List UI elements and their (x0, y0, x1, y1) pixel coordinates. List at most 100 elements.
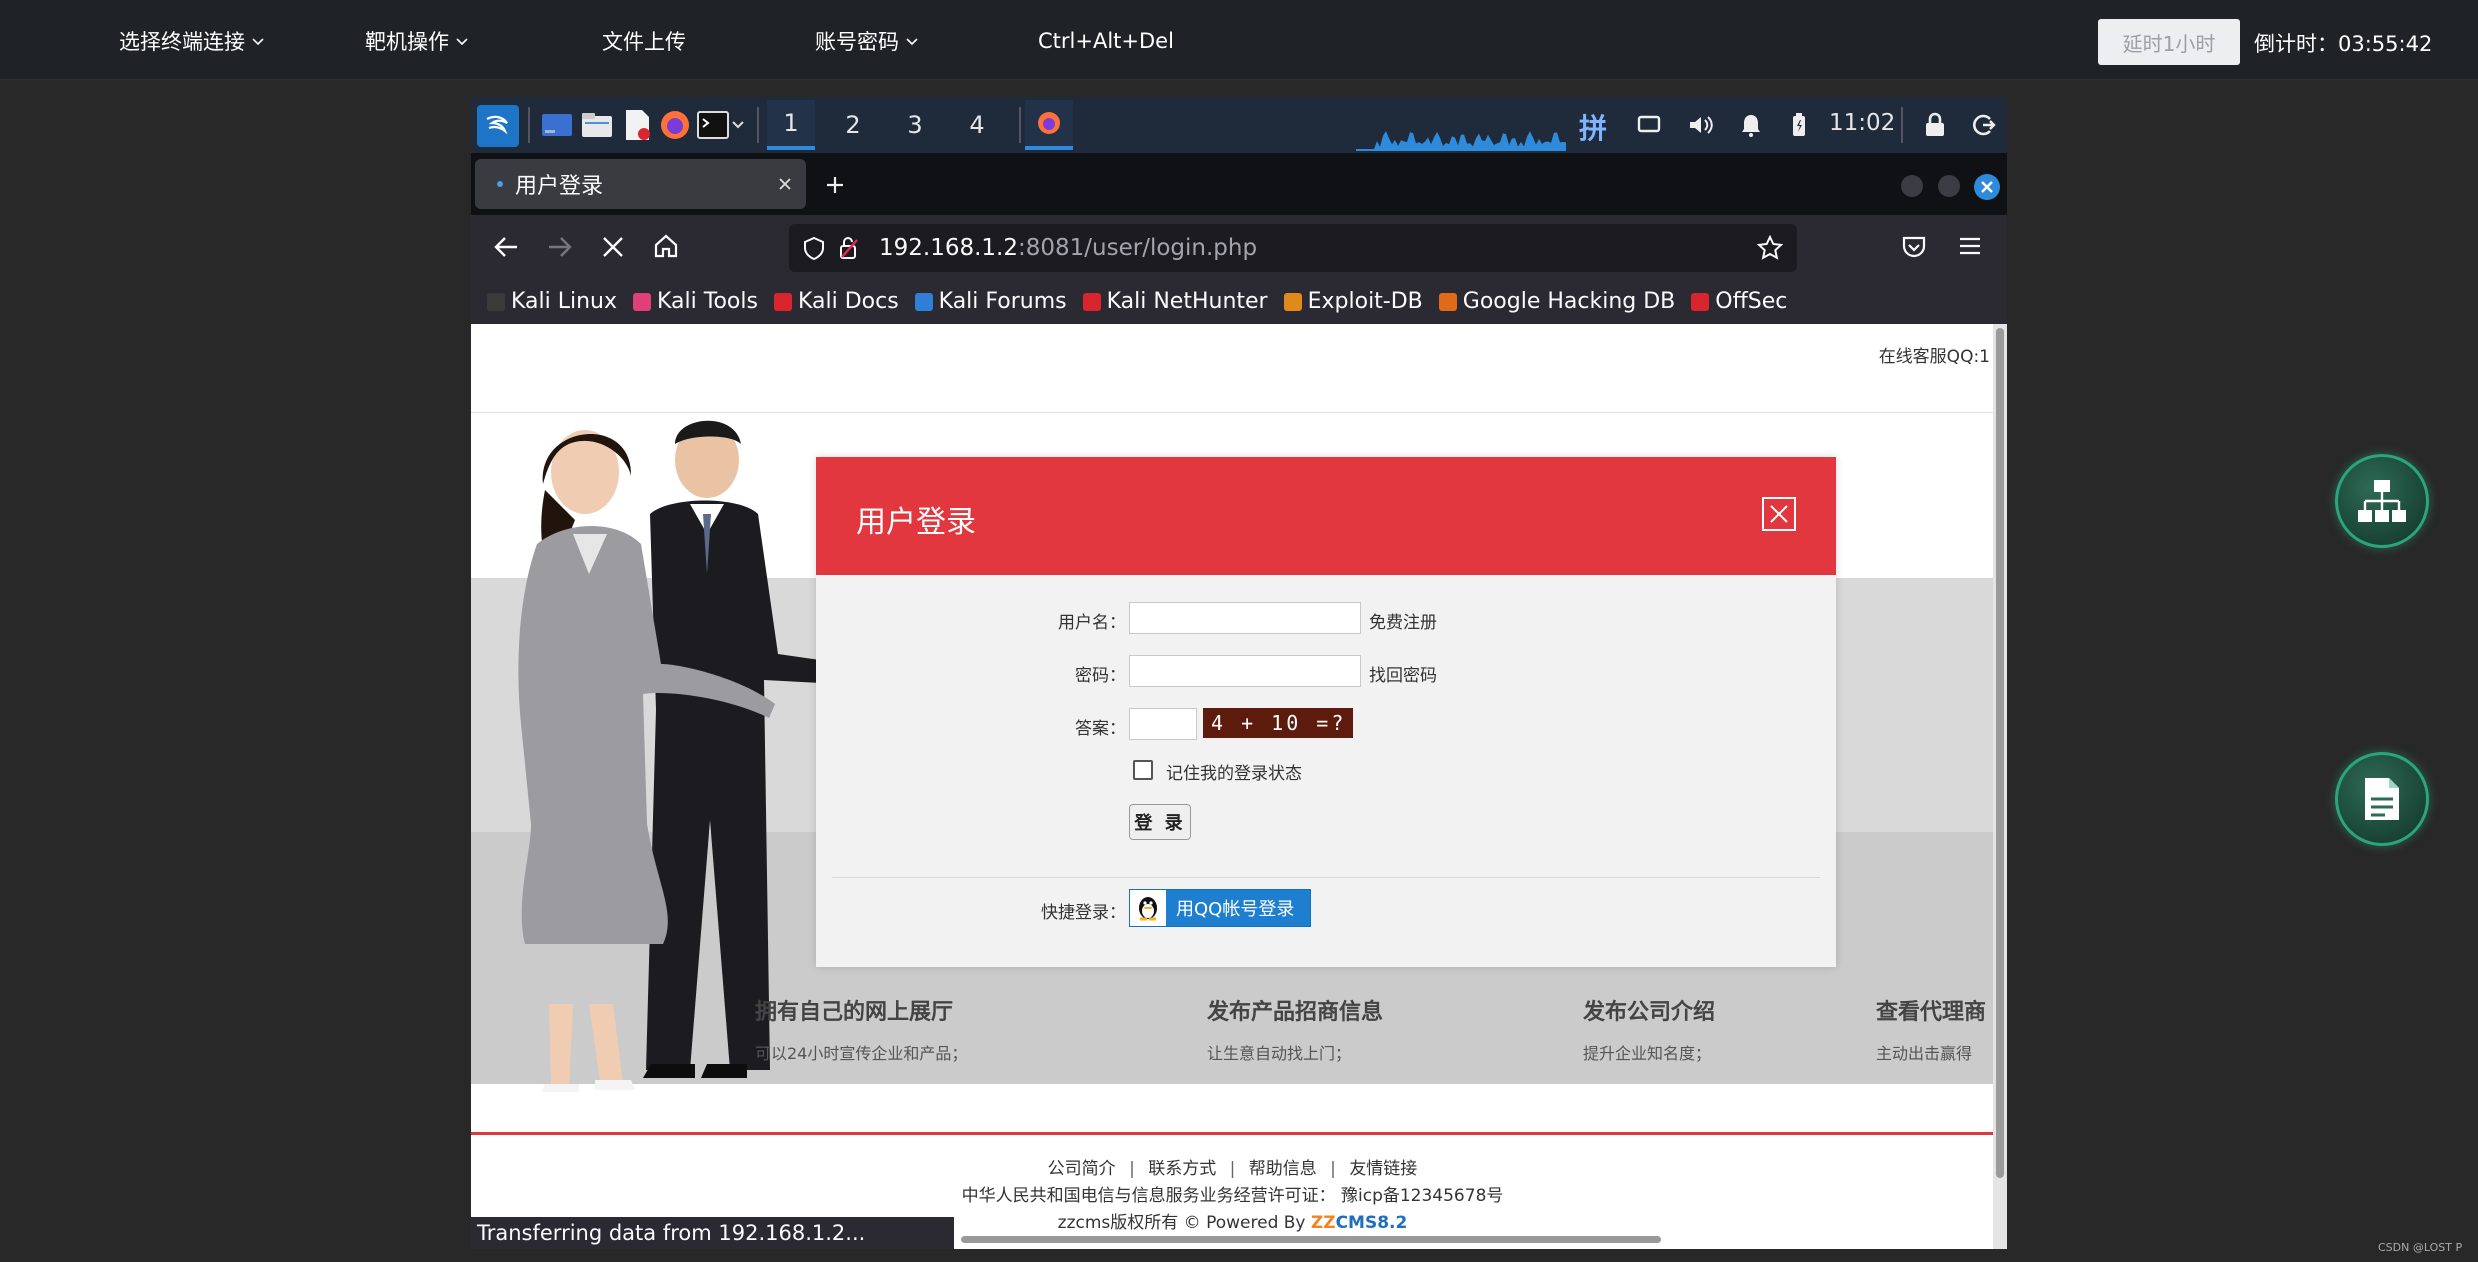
bookmark-item[interactable]: Kali Tools (633, 289, 758, 314)
workspace-4[interactable]: 4 (953, 100, 1001, 150)
workspace-1[interactable]: 1 (767, 100, 815, 150)
login-dialog-header: 用户登录 (816, 457, 1836, 575)
stop-loading-icon[interactable] (602, 236, 624, 258)
qq-login-label: 用QQ帐号登录 (1176, 899, 1295, 920)
home-icon[interactable] (653, 233, 679, 259)
login-submit-button[interactable]: 登 录 (1129, 804, 1191, 840)
vertical-scrollbar-thumb[interactable] (1996, 328, 2004, 1178)
bookmark-favicon-icon (1082, 292, 1101, 311)
back-icon[interactable] (493, 235, 519, 259)
display-icon[interactable] (1631, 107, 1667, 143)
navigation-toolbar: 192.168.1.2:8081/user/login.php (471, 215, 2007, 279)
text-editor-icon[interactable] (619, 107, 655, 143)
close-tab-icon[interactable] (778, 177, 792, 191)
register-link[interactable]: 免费注册 (1369, 608, 1437, 633)
logout-icon[interactable] (1965, 107, 2001, 143)
bookmark-item[interactable]: OffSec (1691, 289, 1787, 314)
vm-screen[interactable]: 1234 拼 11:02 用户登录 192.168.1.2:8081/user/… (471, 97, 2007, 1249)
panel-separator (757, 107, 759, 143)
tracking-shield-icon[interactable] (803, 236, 825, 260)
ctrl-alt-del-button[interactable]: Ctrl+Alt+Del (1038, 0, 1174, 82)
file-upload-label: 文件上传 (602, 30, 686, 54)
bookmark-item[interactable]: Kali NetHunter (1082, 289, 1268, 314)
bookmark-star-icon[interactable] (1757, 235, 1783, 261)
bookmark-label: Kali NetHunter (1106, 289, 1268, 314)
login-dialog-title: 用户登录 (856, 505, 976, 540)
username-label: 用户名： (1058, 613, 1126, 633)
bookmark-item[interactable]: Kali Linux (487, 289, 617, 314)
workspace-3[interactable]: 3 (891, 100, 939, 150)
taskbar-firefox-window[interactable] (1025, 100, 1073, 150)
vertical-scrollbar[interactable] (1993, 324, 2007, 1249)
chevron-down-icon (252, 38, 264, 46)
chevron-down-icon[interactable] (725, 107, 751, 143)
qq-login-button[interactable]: 用QQ帐号登录 (1129, 889, 1311, 927)
footer-link-help[interactable]: 帮助信息 (1249, 1159, 1317, 1179)
tab-title: 用户登录 (515, 174, 604, 199)
volume-icon[interactable] (1683, 107, 1719, 143)
footer-link-company[interactable]: 公司简介 (1048, 1159, 1116, 1179)
feature-title: 发布公司介绍 (1583, 1000, 1716, 1025)
minimize-window-icon[interactable] (1901, 175, 1923, 197)
footer-link-friends[interactable]: 友情链接 (1349, 1159, 1417, 1179)
input-method-icon[interactable]: 拼 (1579, 107, 1607, 147)
account-password-menu[interactable]: 账号密码 (815, 0, 919, 82)
lock-screen-icon[interactable] (1917, 107, 1953, 143)
firefox-launcher-icon[interactable] (657, 107, 693, 143)
feature-title: 查看代理商 (1876, 1000, 1987, 1025)
bookmark-item[interactable]: Kali Docs (773, 289, 899, 314)
file-upload-button[interactable]: 文件上传 (602, 0, 686, 82)
online-service-qq: 在线客服QQ:1 (1878, 347, 1990, 367)
ctrl-alt-del-label: Ctrl+Alt+Del (1038, 29, 1174, 53)
close-window-icon[interactable] (1974, 174, 2000, 200)
close-icon (1770, 505, 1788, 523)
terminal-connection-menu[interactable]: 选择终端连接 (119, 0, 265, 82)
remember-me-checkbox[interactable] (1133, 760, 1153, 780)
pocket-icon[interactable] (1901, 235, 1927, 259)
maximize-window-icon[interactable] (1938, 175, 1960, 197)
battery-icon[interactable] (1781, 107, 1817, 143)
address-bar[interactable]: 192.168.1.2:8081/user/login.php (789, 224, 1797, 272)
workspace-2[interactable]: 2 (829, 100, 877, 150)
username-input[interactable] (1129, 602, 1361, 634)
bookmark-item[interactable]: Google Hacking DB (1438, 289, 1675, 314)
network-topology-icon (2358, 480, 2406, 522)
bookmark-favicon-icon (914, 292, 933, 311)
countdown-value: 03:55:42 (2338, 32, 2433, 56)
bookmark-label: Kali Tools (657, 289, 758, 314)
bookmark-label: Kali Docs (797, 289, 899, 314)
firefox-icon (1038, 112, 1060, 134)
kali-menu-icon[interactable] (477, 105, 519, 147)
forgot-password-link[interactable]: 找回密码 (1369, 661, 1437, 686)
bookmark-item[interactable]: Kali Forums (914, 289, 1067, 314)
bookmark-favicon-icon (1691, 292, 1710, 311)
network-topology-button[interactable] (2335, 454, 2429, 548)
extend-time-button[interactable]: 延时1小时 (2098, 19, 2240, 65)
tab-user-login[interactable]: 用户登录 (475, 159, 806, 209)
file-manager-icon[interactable] (579, 107, 615, 143)
new-tab-icon[interactable] (825, 175, 845, 195)
document-button[interactable] (2335, 752, 2429, 846)
url-text: 192.168.1.2:8081/user/login.php (879, 235, 1257, 261)
notifications-icon[interactable] (1733, 107, 1769, 143)
quick-login-label: 快捷登录： (1041, 903, 1126, 923)
answer-label: 答案： (1075, 719, 1126, 739)
captcha-image[interactable]: 4 + 10 =? (1203, 708, 1353, 738)
footer-icp: 中华人民共和国电信与信息服务业务经营许可证： 豫icp备12345678号 (961, 1186, 1504, 1206)
powered-cms: CMS8.2 (1335, 1213, 1408, 1233)
target-operations-menu[interactable]: 靶机操作 (365, 0, 469, 82)
close-dialog-button[interactable] (1762, 497, 1796, 531)
horizontal-scrollbar[interactable] (961, 1236, 1661, 1243)
app-menu-icon[interactable] (1959, 236, 1981, 256)
captcha-answer-input[interactable] (1129, 708, 1197, 740)
url-path: :8081/user/login.php (1018, 235, 1258, 261)
feature-item: 发布产品招商信息 让生意自动找上门； (1207, 994, 1537, 1064)
forward-icon[interactable] (547, 235, 573, 259)
remember-me-label[interactable]: 记住我的登录状态 (1166, 759, 1302, 784)
password-input[interactable] (1129, 655, 1361, 687)
bookmark-item[interactable]: Exploit-DB (1283, 289, 1423, 314)
footer-link-contact[interactable]: 联系方式 (1148, 1159, 1216, 1179)
show-desktop-icon[interactable] (539, 107, 575, 143)
insecure-lock-icon[interactable] (839, 236, 859, 260)
panel-clock[interactable]: 11:02 (1829, 110, 1895, 136)
